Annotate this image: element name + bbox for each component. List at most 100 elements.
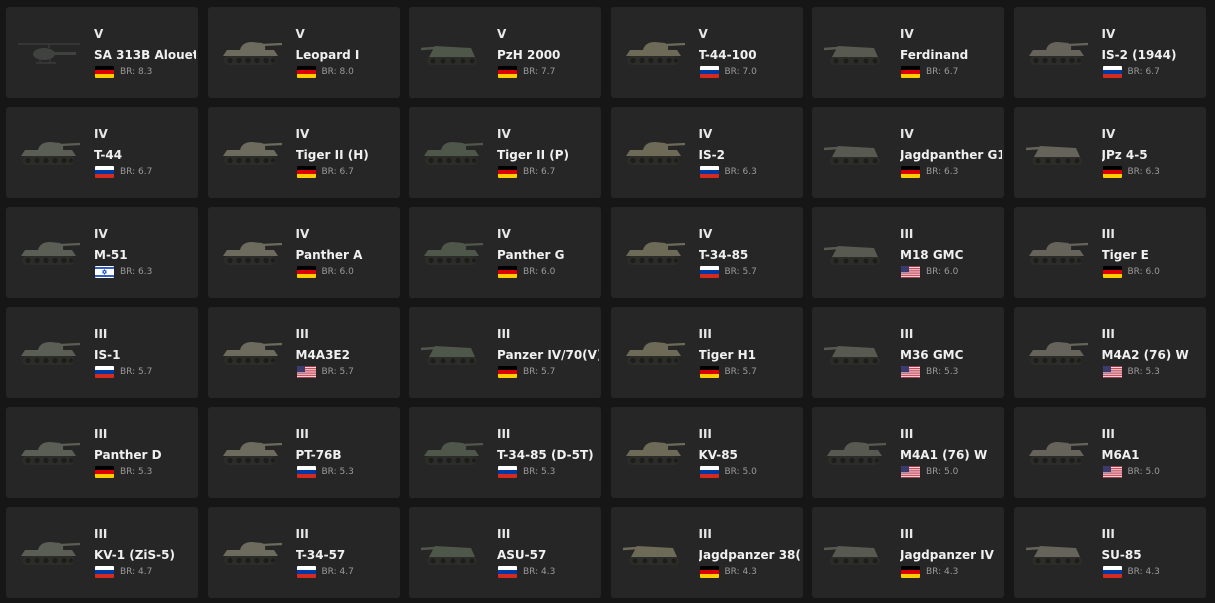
vehicle-card[interactable]: V SA 313B Alouette BR: 8.3 <box>6 7 198 98</box>
vehicle-tier: III <box>900 227 914 241</box>
flag-israel-icon <box>95 266 114 278</box>
flag-ussr-icon <box>1102 566 1122 578</box>
tank-icon <box>16 331 82 371</box>
vehicle-card[interactable]: IV M-51 BR: 6.3 <box>6 207 198 298</box>
vehicle-br: BR: 5.0 <box>1127 467 1160 477</box>
vehicle-card[interactable]: III M4A1 (76) W BR: 5.0 <box>812 407 1004 498</box>
tank-icon <box>16 531 82 571</box>
vehicle-card[interactable]: III SU-85 BR: 4.3 <box>1013 507 1206 598</box>
vehicle-br: BR: 6.7 <box>120 167 153 177</box>
vehicle-card[interactable]: III M6A1 BR: 5.0 <box>1013 407 1206 498</box>
vehicle-tier: III <box>295 527 309 541</box>
flag-germany-icon <box>1102 266 1122 278</box>
vehicle-tier: IV <box>900 27 914 41</box>
vehicle-card[interactable]: IV T-34-85 BR: 5.7 <box>610 207 803 298</box>
vehicle-card[interactable]: IV Ferdinand BR: 6.7 <box>812 7 1004 98</box>
vehicle-name: T-34-85 (D-5T) <box>497 448 594 462</box>
tank-icon <box>218 131 284 171</box>
tank-icon <box>1024 331 1090 371</box>
vehicle-card[interactable]: III M36 GMC BR: 5.3 <box>812 307 1004 398</box>
vehicle-name: T-34-85 <box>698 248 749 262</box>
vehicle-br: BR: 5.7 <box>523 367 556 377</box>
tank-icon <box>419 131 485 171</box>
tank-icon <box>218 531 284 571</box>
vehicle-card[interactable]: V Leopard I BR: 8.0 <box>207 7 400 98</box>
flag-ussr-icon <box>699 466 719 478</box>
vehicle-card[interactable]: IV Tiger II (H) BR: 6.7 <box>207 107 400 198</box>
flag-ussr-icon <box>95 166 114 178</box>
tank-icon <box>822 431 888 471</box>
flag-germany-icon <box>901 66 920 78</box>
vehicle-card[interactable]: III KV-85 BR: 5.0 <box>610 407 803 498</box>
tank-destroyer-icon <box>822 531 888 571</box>
vehicle-card[interactable]: III M4A3E2 BR: 5.7 <box>207 307 400 398</box>
vehicle-tier: III <box>497 527 511 541</box>
vehicle-card[interactable]: III Jagdpanzer 38(t) BR: 4.3 <box>610 507 803 598</box>
vehicle-card[interactable]: III Jagdpanzer IV BR: 4.3 <box>812 507 1004 598</box>
vehicle-br: BR: 6.7 <box>523 167 556 177</box>
vehicle-card[interactable]: V PzH 2000 BR: 7.7 <box>409 7 601 98</box>
vehicle-card[interactable]: IV JPz 4-5 BR: 6.3 <box>1013 107 1206 198</box>
vehicle-card[interactable]: IV Tiger II (P) BR: 6.7 <box>409 107 601 198</box>
tank-icon <box>621 431 687 471</box>
vehicle-br: BR: 4.3 <box>724 567 757 577</box>
vehicle-card[interactable]: III Panther D BR: 5.3 <box>6 407 198 498</box>
flag-usa-icon <box>296 366 316 378</box>
vehicle-name: Panther G <box>497 248 565 262</box>
flag-germany-icon <box>296 266 316 278</box>
tank-destroyer-icon <box>621 531 687 571</box>
vehicle-card[interactable]: III Tiger H1 BR: 5.7 <box>610 307 803 398</box>
vehicle-name: M-51 <box>94 248 128 262</box>
vehicle-card[interactable]: IV Jagdpanther G1 BR: 6.3 <box>812 107 1004 198</box>
vehicle-card[interactable]: III Panzer IV/70(V) BR: 5.7 <box>409 307 601 398</box>
vehicle-name: JPz 4-5 <box>1101 148 1148 162</box>
tank-destroyer-icon <box>1024 131 1090 171</box>
vehicle-name: SA 313B Alouette <box>94 48 196 62</box>
tank-icon <box>16 131 82 171</box>
vehicle-br: BR: 8.0 <box>321 67 354 77</box>
vehicle-card[interactable]: III PT-76B BR: 5.3 <box>207 407 400 498</box>
vehicle-br: BR: 6.7 <box>1127 67 1160 77</box>
flag-ussr-icon <box>498 566 517 578</box>
vehicle-tier: IV <box>698 227 713 241</box>
vehicle-br: BR: 6.3 <box>926 167 959 177</box>
vehicle-name: ASU-57 <box>497 548 547 562</box>
vehicle-card[interactable]: III T-34-85 (D-5T) BR: 5.3 <box>409 407 601 498</box>
vehicle-card[interactable]: IV Panther G BR: 6.0 <box>409 207 601 298</box>
vehicle-tier: V <box>497 27 507 41</box>
vehicle-card[interactable]: IV Panther A BR: 6.0 <box>207 207 400 298</box>
vehicle-tier: IV <box>94 127 108 141</box>
vehicle-tier: III <box>1101 227 1115 241</box>
vehicle-tier: III <box>94 527 108 541</box>
vehicle-br: BR: 7.7 <box>523 67 556 77</box>
flag-usa-icon <box>901 466 920 478</box>
flag-germany-icon <box>498 166 517 178</box>
vehicle-card[interactable]: III T-34-57 BR: 4.7 <box>207 507 400 598</box>
vehicle-name: Tiger H1 <box>698 348 757 362</box>
vehicle-card[interactable]: IV IS-2 BR: 6.3 <box>610 107 803 198</box>
vehicle-name: T-44-100 <box>698 48 757 62</box>
vehicle-tier: III <box>698 327 712 341</box>
vehicle-card[interactable]: III KV-1 (ZiS-5) BR: 4.7 <box>6 507 198 598</box>
flag-ussr-icon <box>699 266 719 278</box>
vehicle-card[interactable]: V T-44-100 BR: 7.0 <box>610 7 803 98</box>
vehicle-name: SU-85 <box>1101 548 1142 562</box>
vehicle-name: T-34-57 <box>295 548 346 562</box>
vehicle-tier: IV <box>900 127 914 141</box>
vehicle-card[interactable]: III M4A2 (76) W BR: 5.3 <box>1013 307 1206 398</box>
vehicle-tier: V <box>94 27 104 41</box>
vehicle-br: BR: 5.0 <box>926 467 959 477</box>
vehicle-card[interactable]: III ASU-57 BR: 4.3 <box>409 507 601 598</box>
flag-germany-icon <box>498 266 517 278</box>
vehicle-name: PzH 2000 <box>497 48 561 62</box>
vehicle-tier: III <box>1101 427 1115 441</box>
vehicle-card[interactable]: III Tiger E BR: 6.0 <box>1013 207 1206 298</box>
vehicle-card[interactable]: III M18 GMC BR: 6.0 <box>812 207 1004 298</box>
vehicle-tier: III <box>295 327 309 341</box>
vehicle-br: BR: 5.7 <box>724 267 757 277</box>
vehicle-br: BR: 6.0 <box>926 267 959 277</box>
vehicle-card[interactable]: IV T-44 BR: 6.7 <box>6 107 198 198</box>
vehicle-card[interactable]: III IS-1 BR: 5.7 <box>6 307 198 398</box>
vehicle-card[interactable]: IV IS-2 (1944) BR: 6.7 <box>1013 7 1206 98</box>
vehicle-name: T-44 <box>94 148 123 162</box>
